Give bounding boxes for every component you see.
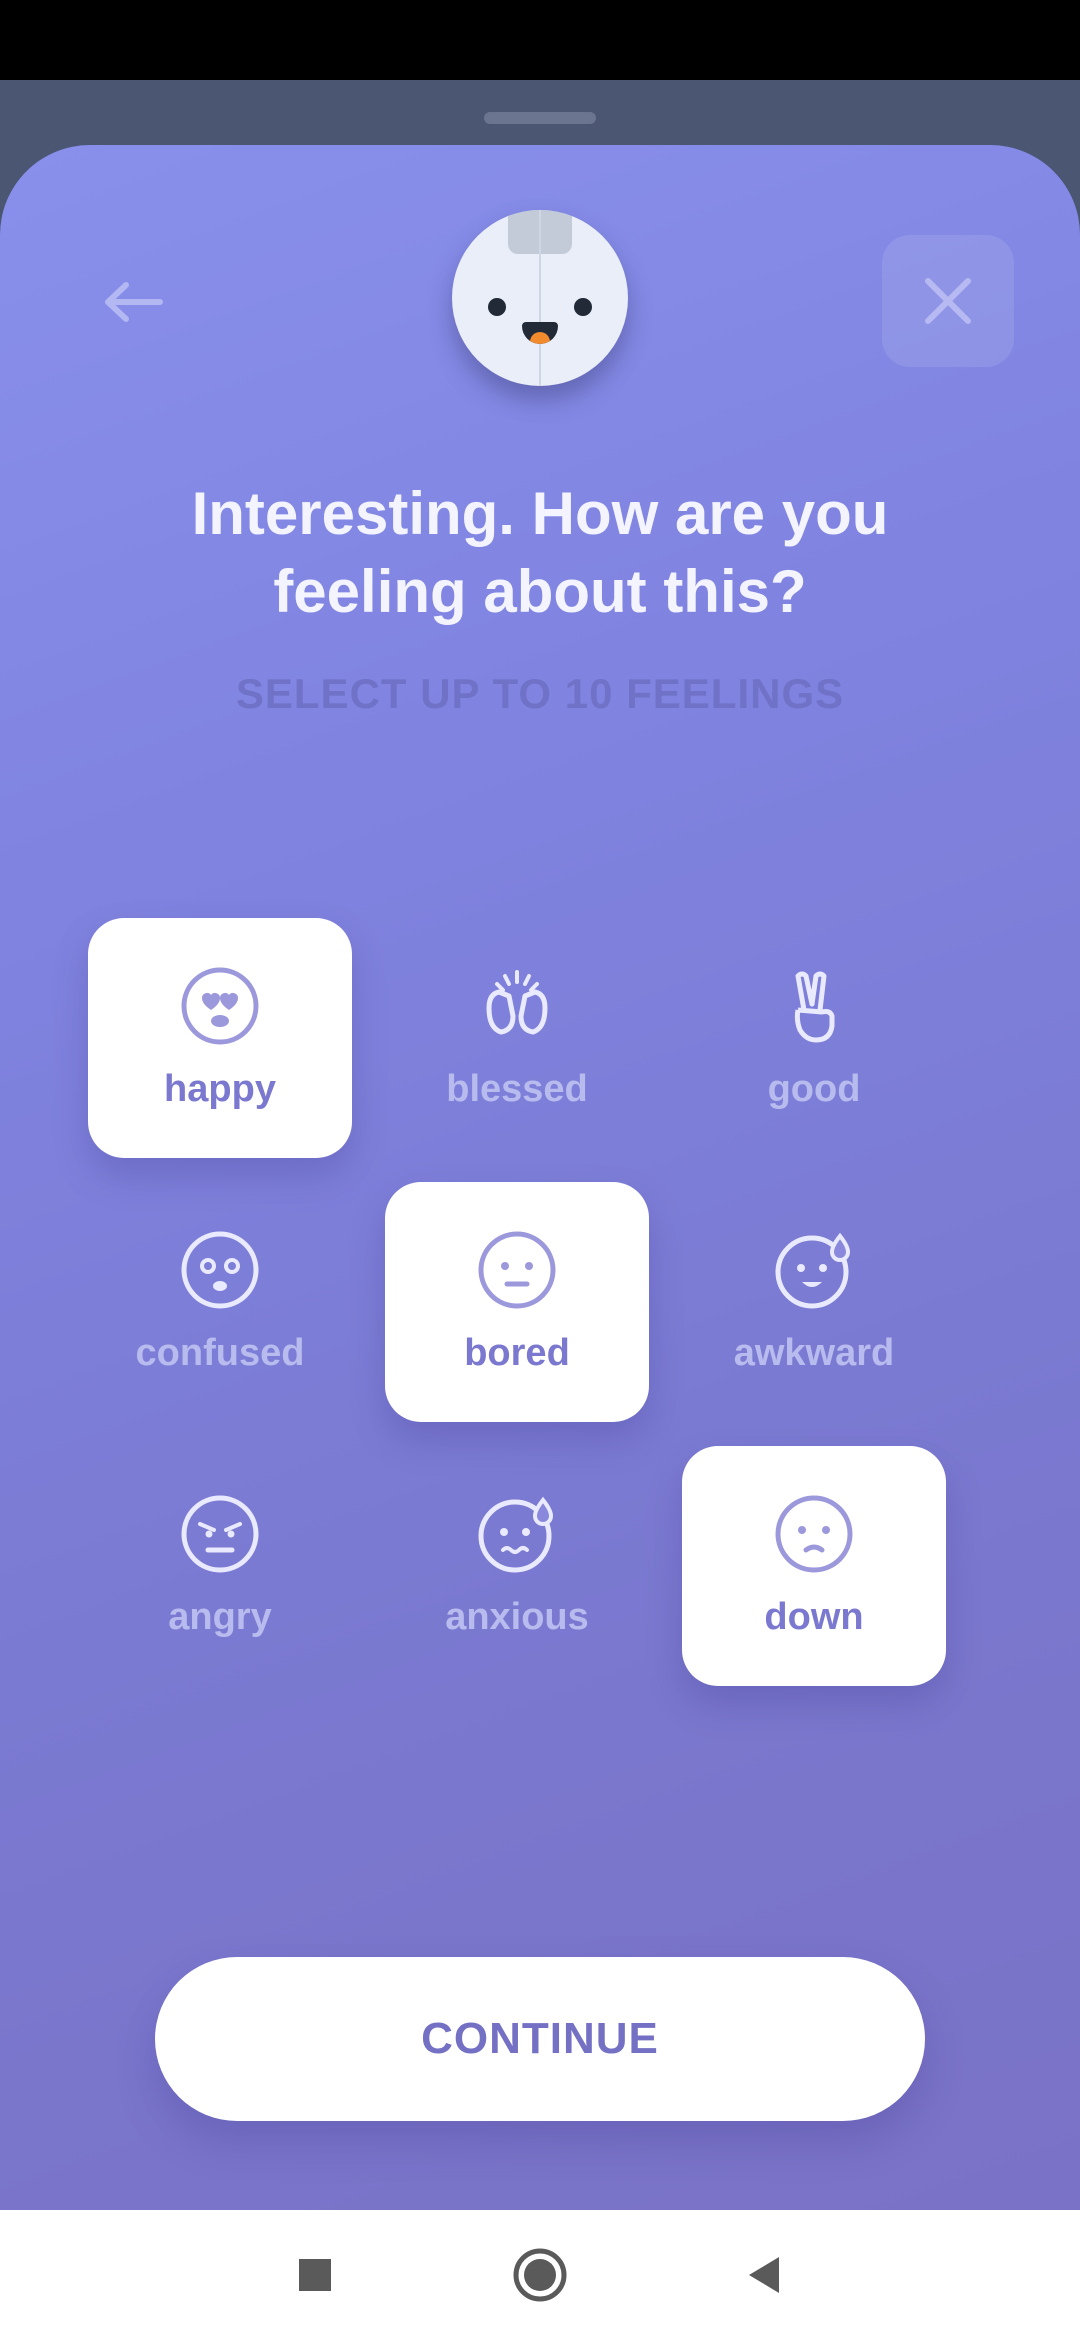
feeling-good[interactable]: good xyxy=(682,918,946,1158)
feeling-label: down xyxy=(764,1596,864,1638)
peace-hand-icon xyxy=(794,971,835,1043)
title-line-1: Interesting. How are you xyxy=(191,480,889,547)
feeling-confused[interactable]: confused xyxy=(88,1182,352,1422)
feeling-partial-1[interactable]: lu xyxy=(979,918,1080,1158)
partial-icon xyxy=(1071,966,1080,1046)
recents-button[interactable] xyxy=(285,2245,345,2305)
feeling-blessed[interactable]: blessed xyxy=(385,918,649,1158)
continue-label: CONTINUE xyxy=(421,2014,659,2063)
raised-hands-icon xyxy=(486,970,548,1035)
title-line-2: feeling about this? xyxy=(273,558,807,625)
feeling-down[interactable]: down xyxy=(682,1446,946,1686)
feeling-label: confused xyxy=(135,1332,305,1374)
feeling-label: anxious xyxy=(445,1596,589,1638)
feeling-anxious[interactable]: anxious xyxy=(385,1446,649,1686)
feeling-label: angry xyxy=(168,1596,272,1638)
feeling-angry[interactable]: angry xyxy=(88,1446,352,1686)
back-button[interactable] xyxy=(90,245,170,345)
feeling-label: happy xyxy=(164,1068,276,1110)
feeling-partial-2[interactable]: str xyxy=(979,1182,1080,1422)
heart-eyes-face-icon xyxy=(181,967,259,1045)
selection-hint: SELECT UP TO 10 FEELINGS xyxy=(235,670,845,717)
feeling-bored[interactable]: bored xyxy=(385,1182,649,1422)
close-icon xyxy=(925,278,971,324)
continue-button[interactable]: CONTINUE xyxy=(155,1957,925,2121)
system-back-button[interactable] xyxy=(735,2245,795,2305)
circle-icon xyxy=(513,2248,567,2302)
robot-mascot xyxy=(452,210,628,386)
close-button[interactable] xyxy=(882,235,1014,367)
status-bar xyxy=(0,0,1080,80)
feeling-label: bored xyxy=(464,1332,570,1374)
feeling-happy[interactable]: happy xyxy=(88,918,352,1158)
system-nav-bar xyxy=(0,2210,1080,2340)
angry-face-icon xyxy=(181,1495,259,1573)
bored-face-icon xyxy=(478,1231,556,1309)
page-title: Interesting. How are you feeling about t… xyxy=(60,475,1020,631)
feelings-sheet: Interesting. How are you feeling about t… xyxy=(0,145,1080,2210)
confused-face-icon xyxy=(181,1231,259,1309)
triangle-back-icon xyxy=(749,2257,779,2293)
feeling-awkward[interactable]: awkward xyxy=(682,1182,946,1422)
feeling-label: blessed xyxy=(446,1068,588,1110)
home-button[interactable] xyxy=(510,2245,570,2305)
square-icon xyxy=(299,2259,331,2291)
sweat-smile-face-icon xyxy=(775,1232,851,1309)
down-face-icon xyxy=(775,1495,853,1573)
feeling-label: good xyxy=(767,1068,861,1110)
feeling-label: awkward xyxy=(733,1332,895,1374)
sheet-drag-handle[interactable] xyxy=(484,112,596,124)
anxious-face-icon xyxy=(478,1496,554,1573)
arrow-left-icon xyxy=(105,282,163,322)
